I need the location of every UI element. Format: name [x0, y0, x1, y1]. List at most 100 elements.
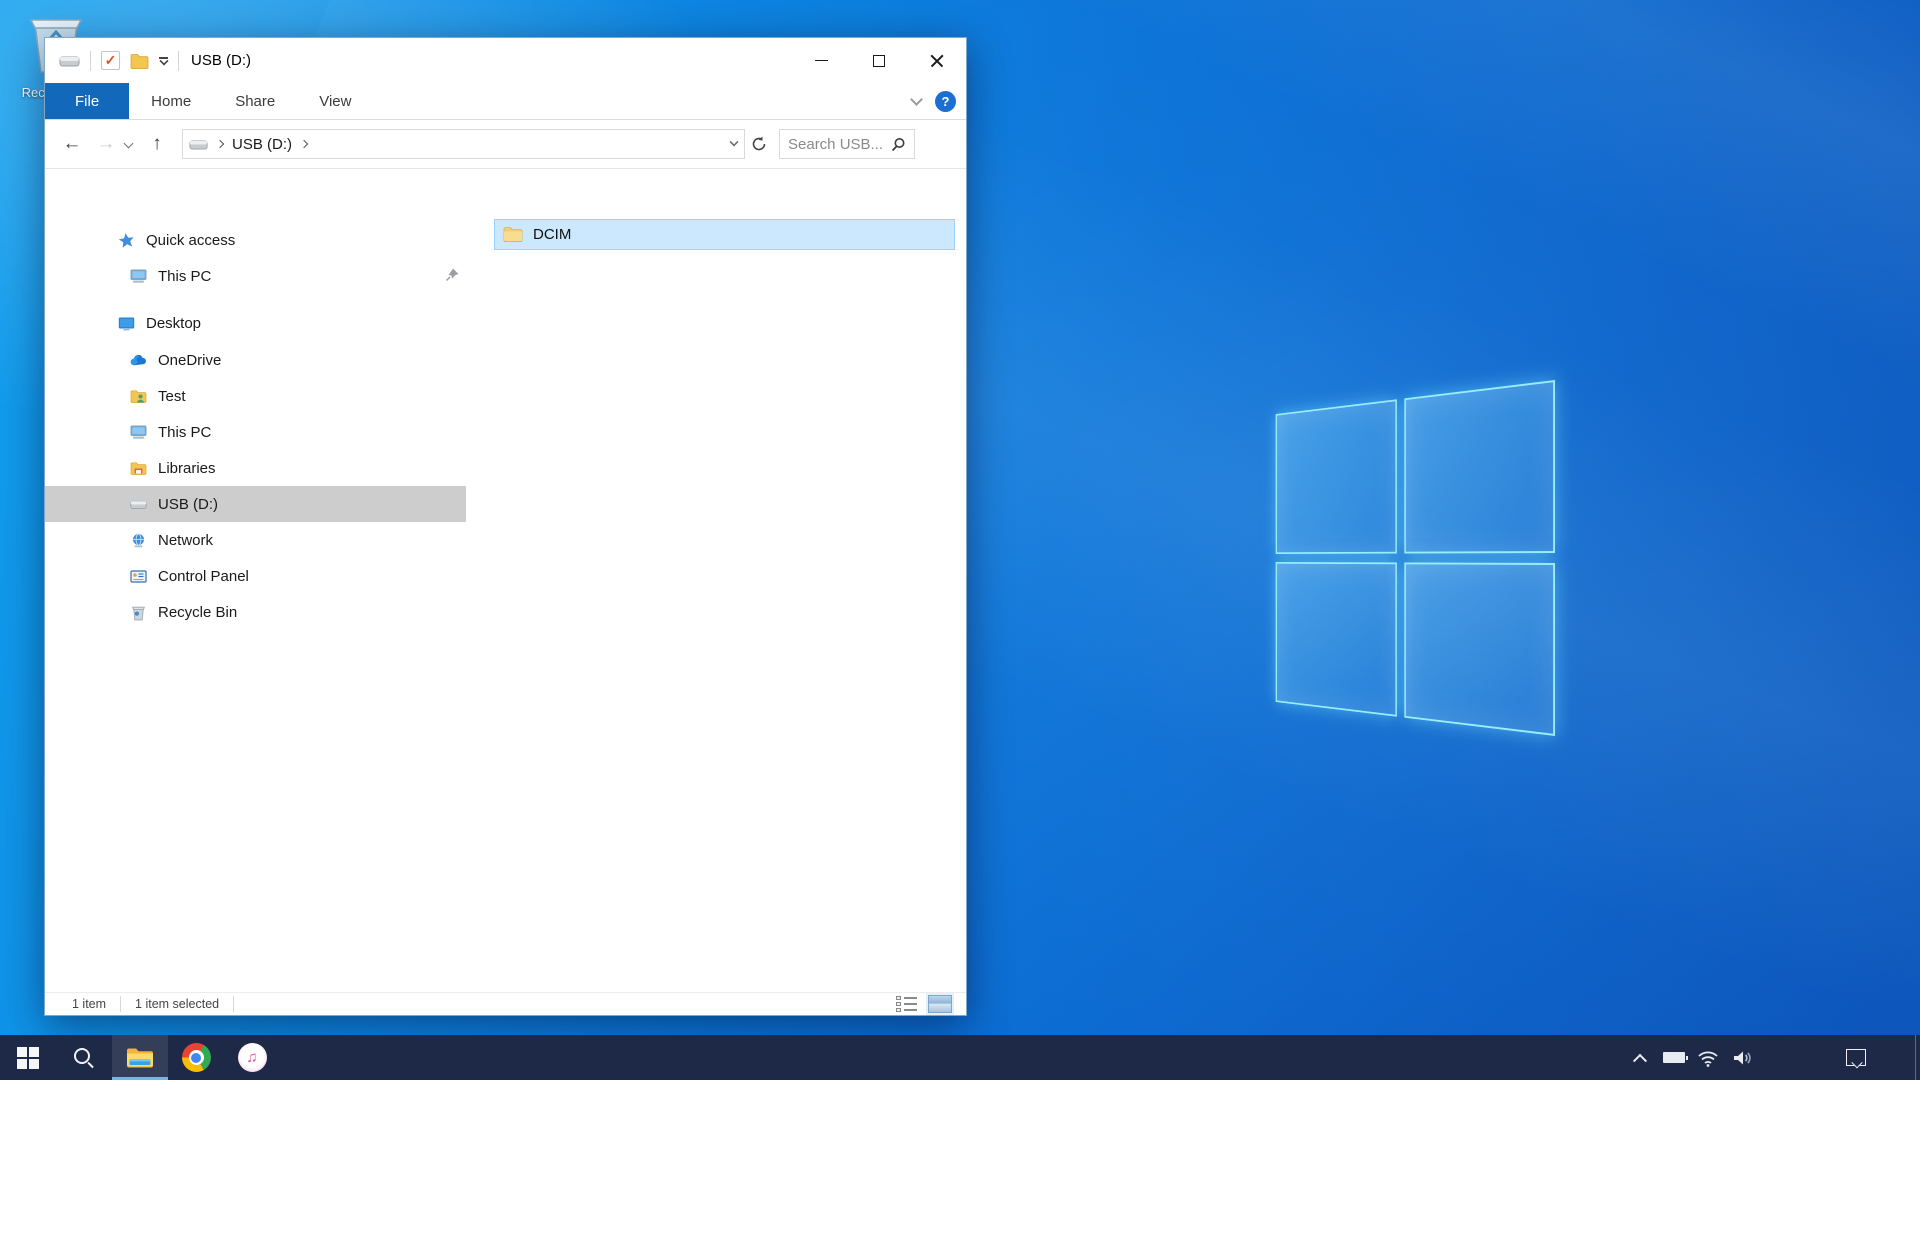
sidebar-item-label: Recycle Bin [158, 604, 237, 621]
desktop-icon [118, 315, 135, 332]
start-button[interactable] [0, 1035, 56, 1080]
up-button[interactable]: ↑ [140, 133, 174, 155]
action-center-icon [1846, 1049, 1866, 1066]
sidebar-item-label: Desktop [146, 315, 201, 332]
network-globe-icon [130, 532, 147, 549]
itunes-icon: ♫ [238, 1043, 267, 1072]
sidebar-item-test[interactable]: Test [45, 378, 466, 414]
breadcrumb-chevron-icon[interactable] [300, 140, 308, 148]
taskbar-file-explorer-button[interactable] [112, 1035, 168, 1080]
user-folder-icon [130, 388, 147, 405]
sidebar-item-label: This PC [158, 424, 211, 441]
status-view-toggles [896, 995, 952, 1013]
show-desktop-button[interactable] [1915, 1035, 1920, 1080]
details-view-button[interactable] [896, 996, 918, 1013]
windows-logo-pane [1404, 380, 1555, 554]
taskbar-chrome-button[interactable] [168, 1035, 224, 1080]
this-pc-monitor-icon [130, 424, 147, 441]
search-icon [74, 1048, 94, 1068]
close-icon [930, 54, 944, 68]
wifi-indicator[interactable] [1691, 1035, 1725, 1080]
sidebar-item-usb-d[interactable]: USB (D:) [45, 486, 466, 522]
tab-home[interactable]: Home [129, 83, 213, 119]
quick-access-toolbar: ✓ [45, 51, 179, 71]
address-bar[interactable]: USB (D:) [182, 129, 745, 159]
title-bar[interactable]: ✓ USB (D:) [45, 38, 966, 83]
breadcrumb-chevron-icon[interactable] [216, 140, 224, 148]
breadcrumb-usb-d[interactable]: USB (D:) [232, 136, 292, 153]
help-button[interactable]: ? [935, 91, 956, 112]
sidebar-item-label: This PC [158, 268, 211, 285]
quick-access-star-icon [118, 232, 135, 249]
usb-drive-icon [189, 139, 208, 150]
sidebar-item-label: USB (D:) [158, 496, 218, 513]
search-icon [891, 137, 906, 152]
onedrive-cloud-icon [130, 352, 147, 369]
battery-indicator[interactable] [1657, 1035, 1691, 1080]
qat-dropdown-icon[interactable] [159, 57, 168, 65]
pin-icon [445, 267, 460, 282]
wifi-icon [1697, 1049, 1719, 1067]
sidebar-item-onedrive[interactable]: OneDrive [45, 342, 466, 378]
sidebar-item-network[interactable]: Network [45, 522, 466, 558]
status-bar: 1 item 1 item selected [45, 992, 966, 1015]
recycle-bin-icon [130, 604, 147, 621]
sidebar-item-label: OneDrive [158, 352, 221, 369]
sidebar-item-label: Libraries [158, 460, 216, 477]
refresh-button[interactable] [745, 129, 773, 159]
navigation-bar: ← → ↑ USB (D:) Search USB... [45, 120, 966, 169]
sidebar-item-label: Quick access [146, 232, 235, 249]
sidebar-item-desktop[interactable]: Desktop [45, 305, 466, 341]
sidebar-item-quick-access[interactable]: Quick access [45, 222, 466, 258]
volume-icon [1732, 1049, 1752, 1067]
taskbar: ♫ [0, 1035, 1920, 1080]
minimize-icon [815, 60, 828, 62]
status-separator [233, 996, 234, 1012]
libraries-folder-icon [130, 460, 147, 477]
battery-icon [1663, 1052, 1685, 1063]
back-button[interactable]: ← [55, 133, 89, 155]
taskbar-search-button[interactable] [56, 1035, 112, 1080]
sidebar-item-this-pc[interactable]: This PC [45, 414, 466, 450]
volume-indicator[interactable] [1725, 1035, 1759, 1080]
sidebar-item-this-pc-pinned[interactable]: This PC [45, 258, 466, 294]
maximize-icon [873, 55, 885, 67]
sidebar-item-label: Network [158, 532, 213, 549]
tab-view[interactable]: View [297, 83, 373, 119]
toolbar-separator [178, 51, 179, 71]
windows-logo-wallpaper [1276, 380, 1555, 736]
status-selected-count: 1 item selected [135, 997, 219, 1011]
taskbar-itunes-button[interactable]: ♫ [224, 1035, 280, 1080]
usb-drive-icon [130, 496, 147, 513]
sidebar-item-recycle-bin[interactable]: Recycle Bin [45, 594, 466, 630]
system-tray [1623, 1035, 1920, 1080]
sidebar-item-label: Control Panel [158, 568, 249, 585]
forward-button[interactable]: → [89, 133, 123, 155]
close-button[interactable] [908, 38, 966, 83]
address-dropdown-chevron-icon[interactable] [729, 137, 738, 146]
large-icons-view-button[interactable] [928, 995, 952, 1013]
control-panel-icon [130, 568, 147, 585]
hidden-icons-button[interactable] [1623, 1035, 1657, 1080]
windows-logo-pane [1404, 562, 1555, 736]
usb-drive-icon [59, 55, 80, 67]
this-pc-monitor-icon [130, 268, 147, 285]
ribbon-tabs: File Home Share View [45, 83, 966, 120]
file-name: DCIM [533, 226, 571, 243]
tab-file[interactable]: File [45, 83, 129, 119]
minimize-button[interactable] [792, 38, 850, 83]
expand-ribbon-chevron-icon[interactable] [910, 93, 923, 106]
file-item-dcim[interactable]: DCIM [494, 219, 955, 250]
refresh-icon [751, 136, 767, 152]
action-center-button[interactable] [1839, 1035, 1873, 1080]
sidebar-item-libraries[interactable]: Libraries [45, 450, 466, 486]
tab-share[interactable]: Share [213, 83, 297, 119]
qat-folder-icon[interactable] [130, 53, 149, 69]
qat-check-icon[interactable]: ✓ [101, 51, 120, 70]
window-title: USB (D:) [191, 52, 251, 69]
sidebar-item-control-panel[interactable]: Control Panel [45, 558, 466, 594]
search-input[interactable]: Search USB... [779, 129, 915, 159]
maximize-button[interactable] [850, 38, 908, 83]
recent-locations-chevron-icon[interactable] [124, 138, 134, 148]
caption-buttons [792, 38, 966, 83]
